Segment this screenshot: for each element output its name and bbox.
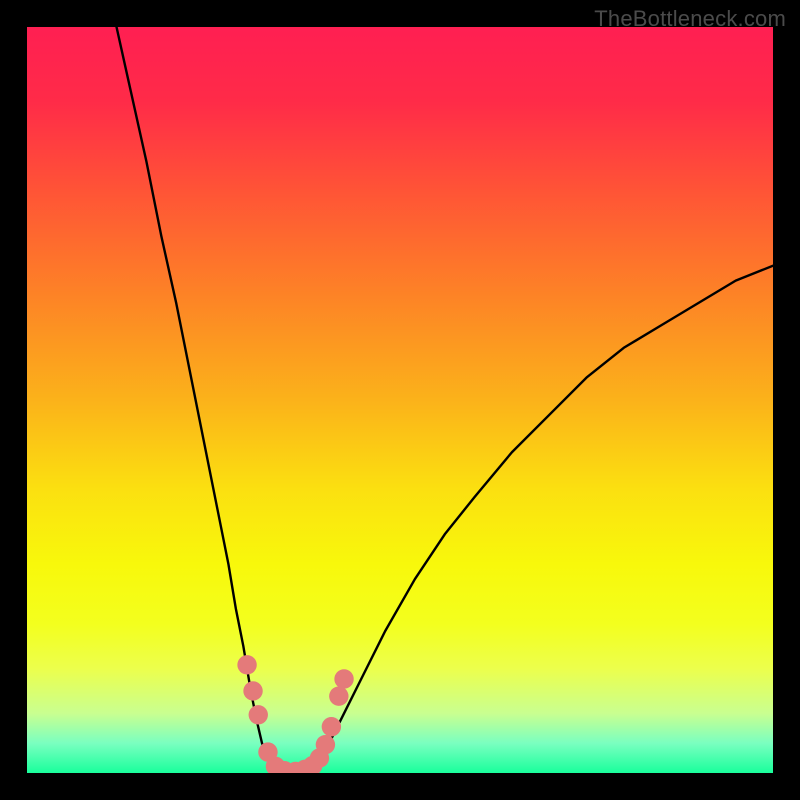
data-marker [243,681,262,700]
data-marker [316,735,335,754]
watermark-text: TheBottleneck.com [594,6,786,32]
gradient-background [27,27,773,773]
data-marker [249,705,268,724]
data-marker [322,717,341,736]
data-marker [334,669,353,688]
chart-frame: TheBottleneck.com [0,0,800,800]
chart-svg [27,27,773,773]
data-marker [329,686,348,705]
data-marker [237,655,256,674]
plot-area [27,27,773,773]
